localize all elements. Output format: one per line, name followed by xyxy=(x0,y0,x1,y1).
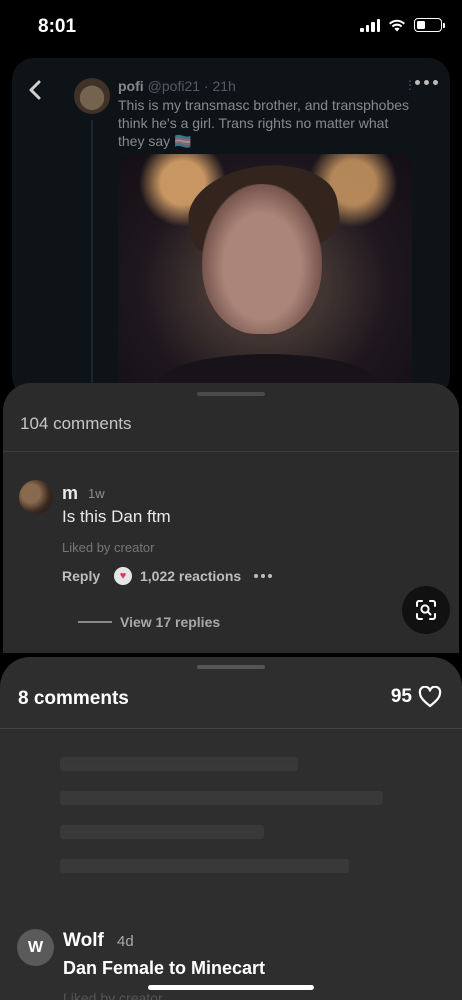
comment-more-button[interactable] xyxy=(254,574,272,578)
status-icons xyxy=(360,18,445,32)
comments-sheet: 8 comments 95 W Wolf 4d Dan Female to Mi… xyxy=(0,657,462,1000)
status-time: 8:01 xyxy=(38,16,77,37)
tweet-photo xyxy=(118,154,412,394)
signal-icon xyxy=(360,18,380,32)
faded-comment-placeholder xyxy=(60,757,400,893)
comments-count-title: 8 comments xyxy=(18,688,129,709)
comment-time: 4d xyxy=(117,933,134,950)
search-lens-icon xyxy=(416,600,436,620)
comment-text: Is this Dan ftm xyxy=(62,507,171,526)
reply-button[interactable]: Reply xyxy=(62,568,100,584)
post-card: pofi @pofi21 · 21h ⋮ This is my transmasc… xyxy=(12,58,450,398)
tweet-handle-time: @pofi21 · 21h xyxy=(147,78,236,94)
divider xyxy=(3,451,459,452)
tweet-avatar xyxy=(74,78,110,114)
tweet-thread-line xyxy=(91,120,93,390)
sheet-grabber[interactable] xyxy=(197,392,265,396)
replies-connector-line xyxy=(78,621,112,623)
avatar[interactable]: W xyxy=(17,929,54,966)
chevron-left-icon xyxy=(29,80,41,100)
tweet-author-name: pofi xyxy=(118,78,144,94)
reactions-count[interactable]: 1,022 reactions xyxy=(140,568,241,584)
wifi-icon xyxy=(389,19,405,32)
back-button[interactable] xyxy=(22,76,50,104)
likes-count: 95 xyxy=(390,686,412,707)
ellipsis-icon xyxy=(254,574,258,578)
avatar[interactable] xyxy=(19,480,53,514)
tweet-header: pofi @pofi21 · 21h xyxy=(118,78,236,94)
more-options-button[interactable] xyxy=(415,80,438,85)
like-button[interactable]: 95 xyxy=(391,686,442,708)
comments-count-title: 104 comments xyxy=(20,414,132,433)
heart-outline-icon xyxy=(418,686,442,708)
comment-username[interactable]: Wolf xyxy=(63,930,104,952)
sheet-grabber[interactable] xyxy=(197,665,265,669)
home-indicator[interactable] xyxy=(148,985,314,990)
comment-text: Dan Female to Minecart xyxy=(63,958,266,978)
comment-username[interactable]: m xyxy=(62,483,78,504)
comments-sheet-background: 104 comments m 1w Is this Dan ftm Liked … xyxy=(3,383,459,653)
battery-fill xyxy=(417,21,425,29)
battery-icon xyxy=(414,18,445,32)
liked-by-creator-label: Liked by creator xyxy=(63,990,163,1000)
post-view: pofi @pofi21 · 21h ⋮ This is my transmasc… xyxy=(0,56,462,398)
view-replies-button[interactable]: View 17 replies xyxy=(120,614,220,630)
comment-time: 1w xyxy=(88,486,105,501)
liked-by-creator-label: Liked by creator xyxy=(62,540,155,555)
status-bar: 8:01 xyxy=(0,0,462,56)
ellipsis-icon xyxy=(415,80,420,85)
heart-reaction-icon[interactable]: ♥ xyxy=(114,567,132,585)
divider xyxy=(0,728,462,729)
tweet-text: This is my transmasc brother, and transp… xyxy=(118,97,410,149)
visual-search-button[interactable] xyxy=(402,586,450,634)
